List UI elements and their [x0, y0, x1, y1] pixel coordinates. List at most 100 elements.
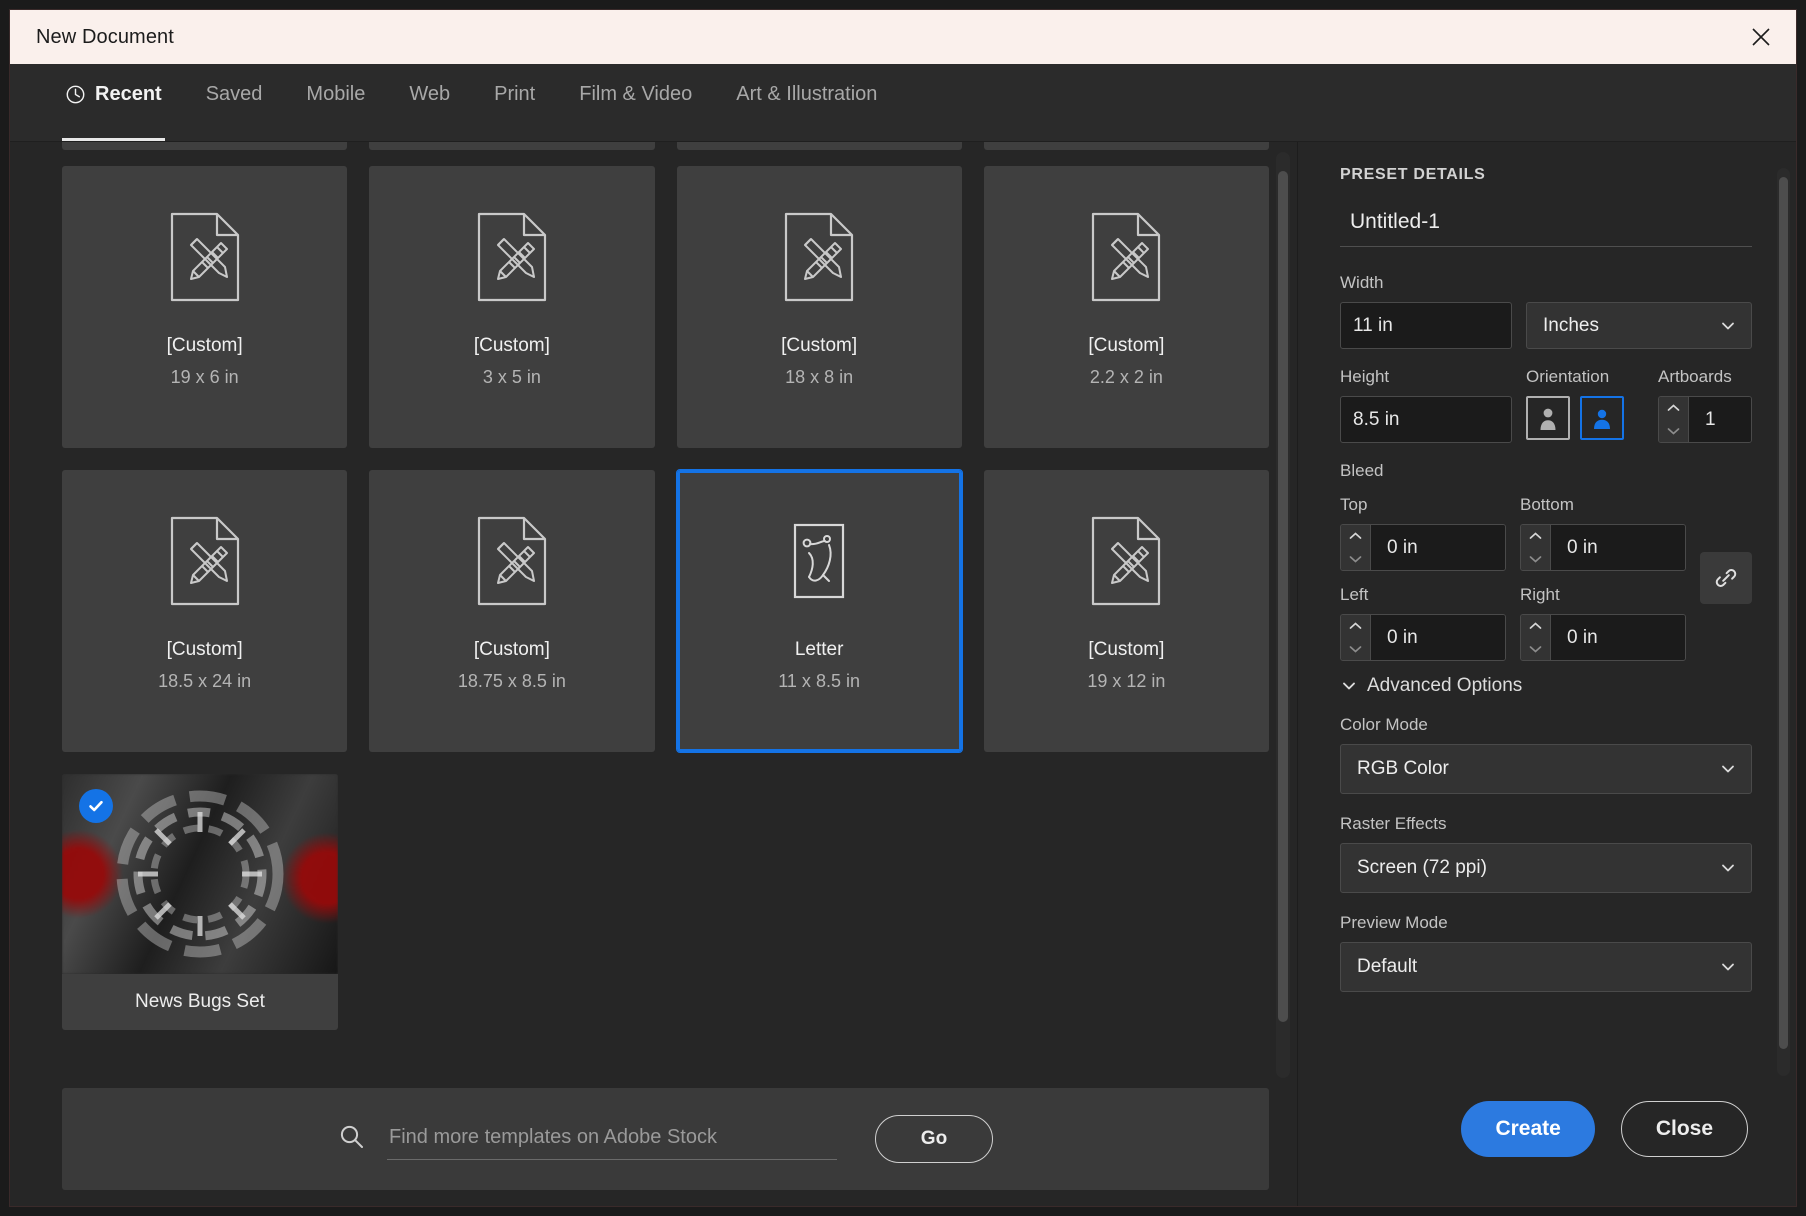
preview-mode-value: Default — [1357, 956, 1418, 977]
panel-heading: PRESET DETAILS — [1340, 166, 1486, 183]
preset-card[interactable]: [Custom] 18.75 x 8.5 in — [369, 470, 655, 752]
preset-card-size: 18.5 x 24 in — [158, 671, 252, 691]
tab-film-and-video[interactable]: Film & Video — [576, 64, 695, 141]
height-input[interactable] — [1340, 396, 1512, 443]
document-preset-icon — [170, 212, 239, 302]
artboards-stepper[interactable]: 1 — [1658, 396, 1752, 443]
bleed-bottom-stepper[interactable]: 0 in — [1520, 524, 1686, 571]
artboards-value[interactable]: 1 — [1689, 397, 1751, 442]
preset-card-name: [Custom] — [473, 335, 550, 356]
tab-saved[interactable]: Saved — [203, 64, 266, 141]
preset-grid-scrollbar[interactable] — [1276, 152, 1290, 1078]
go-button[interactable]: Go — [875, 1115, 993, 1163]
stepper-up-icon[interactable] — [1521, 615, 1550, 638]
stepper-up-icon[interactable] — [1521, 525, 1550, 548]
preview-mode-label: Preview Mode — [1340, 913, 1448, 932]
stepper-down-icon[interactable] — [1521, 638, 1550, 661]
stepper-down-icon[interactable] — [1341, 548, 1370, 571]
stepper-arrows — [1341, 525, 1371, 570]
bleed-right-value[interactable]: 0 in — [1551, 615, 1685, 660]
bleed-bottom-value[interactable]: 0 in — [1551, 525, 1685, 570]
hud-ring-graphic — [116, 790, 284, 958]
units-select[interactable]: Inches — [1526, 302, 1752, 349]
tab-label: Film & Video — [579, 83, 693, 105]
preset-card[interactable]: [Custom] 19 x 12 in — [983, 470, 1269, 752]
bleed-right-stepper[interactable]: 0 in — [1520, 614, 1686, 661]
preset-card-partial[interactable] — [369, 142, 655, 150]
preset-card-size: 18.75 x 8.5 in — [457, 671, 566, 691]
tab-web[interactable]: Web — [406, 64, 453, 141]
artboards-label: Artboards — [1658, 367, 1732, 386]
search-input[interactable] — [387, 1118, 837, 1160]
width-label: Width — [1340, 273, 1384, 292]
scrollbar-thumb[interactable] — [1779, 177, 1788, 1049]
stepper-down-icon[interactable] — [1659, 420, 1688, 443]
chevron-down-icon — [1722, 864, 1734, 872]
preview-mode-select[interactable]: Default — [1340, 942, 1752, 992]
raster-effects-group: Raster Effects Screen (72 ppi) — [1340, 814, 1752, 893]
preset-card[interactable]: [Custom] 3 x 5 in — [369, 166, 655, 448]
document-preset-icon — [785, 212, 854, 302]
tab-art-and-illustration[interactable]: Art & Illustration — [733, 64, 880, 141]
advanced-options-label: Advanced Options — [1367, 675, 1523, 696]
preset-card-partial[interactable] — [62, 142, 348, 150]
document-preset-icon — [477, 516, 546, 606]
preset-card-size: 18 x 8 in — [785, 367, 854, 387]
preset-card[interactable]: [Custom] 18 x 8 in — [676, 166, 962, 448]
document-name-input[interactable] — [1340, 208, 1752, 247]
bleed-left-stepper[interactable]: 0 in — [1340, 614, 1506, 661]
document-name-row — [1340, 208, 1752, 247]
landscape-orientation-icon[interactable] — [1580, 396, 1624, 440]
preset-card-name: Letter — [794, 639, 844, 660]
tab-recent[interactable]: Recent — [62, 64, 165, 141]
preset-details-scrollbar[interactable] — [1777, 168, 1790, 1076]
stock-template-card[interactable]: News Bugs Set — [62, 774, 338, 1030]
preset-card[interactable]: [Custom] 18.5 x 24 in — [62, 470, 348, 752]
stepper-down-icon[interactable] — [1341, 638, 1370, 661]
bleed-top-bottom-row: Top 0 in Bottom 0 in — [1340, 495, 1686, 571]
preset-card[interactable]: [Custom] 19 x 6 in — [62, 166, 348, 448]
create-button[interactable]: Create — [1461, 1101, 1595, 1157]
stock-search-footer: Go — [10, 1088, 1297, 1206]
advanced-options-toggle[interactable]: Advanced Options — [1340, 675, 1752, 697]
tab-label: Art & Illustration — [736, 83, 878, 105]
portrait-orientation-icon[interactable] — [1526, 396, 1570, 440]
stepper-up-icon[interactable] — [1341, 615, 1370, 638]
tab-mobile[interactable]: Mobile — [303, 64, 368, 141]
close-icon[interactable] — [1738, 17, 1784, 57]
tab-label: Web — [409, 83, 451, 105]
scrollbar-thumb[interactable] — [1278, 170, 1288, 1023]
bleed-top-stepper[interactable]: 0 in — [1340, 524, 1506, 571]
stepper-arrows — [1341, 615, 1371, 660]
preset-details-panel: PRESET DETAILS Width Inches — [1298, 142, 1796, 1206]
bleed-left-value[interactable]: 0 in — [1371, 615, 1505, 660]
stepper-up-icon[interactable] — [1341, 525, 1370, 548]
preset-card-selected[interactable]: Letter 11 x 8.5 in — [675, 469, 963, 753]
template-browser: [Custom] 19 x 6 in [Custom] 3 x 5 in [Cu… — [10, 142, 1298, 1206]
height-orientation-artboards-row: Height Orientation — [1340, 367, 1752, 443]
raster-effects-select[interactable]: Screen (72 ppi) — [1340, 843, 1752, 893]
preset-grid-previous-row — [62, 142, 1269, 150]
preset-card-partial[interactable] — [983, 142, 1269, 150]
width-input[interactable] — [1340, 302, 1512, 349]
document-preset-icon — [477, 212, 546, 302]
dialog-body: [Custom] 19 x 6 in [Custom] 3 x 5 in [Cu… — [10, 142, 1796, 1206]
color-mode-select[interactable]: RGB Color — [1340, 744, 1752, 794]
preset-card-partial[interactable] — [676, 142, 962, 150]
tab-label: Saved — [205, 83, 263, 105]
preview-mode-group: Preview Mode Default — [1340, 913, 1752, 992]
bleed-heading: Bleed — [1340, 461, 1384, 480]
tab-print[interactable]: Print — [491, 64, 538, 141]
preset-card-name: [Custom] — [166, 335, 243, 356]
raster-effects-value: Screen (72 ppi) — [1357, 857, 1487, 878]
document-preset-icon — [1092, 212, 1161, 302]
preset-grid-scroll-area: [Custom] 19 x 6 in [Custom] 3 x 5 in [Cu… — [10, 142, 1297, 1088]
stepper-up-icon[interactable] — [1659, 397, 1688, 420]
tab-label: Mobile — [306, 83, 366, 105]
link-chain-icon[interactable] — [1700, 552, 1752, 604]
stepper-down-icon[interactable] — [1521, 548, 1550, 571]
document-preset-icon — [1092, 516, 1161, 606]
preset-card[interactable]: [Custom] 2.2 x 2 in — [983, 166, 1269, 448]
bleed-top-value[interactable]: 0 in — [1371, 525, 1505, 570]
close-button[interactable]: Close — [1620, 1101, 1748, 1157]
